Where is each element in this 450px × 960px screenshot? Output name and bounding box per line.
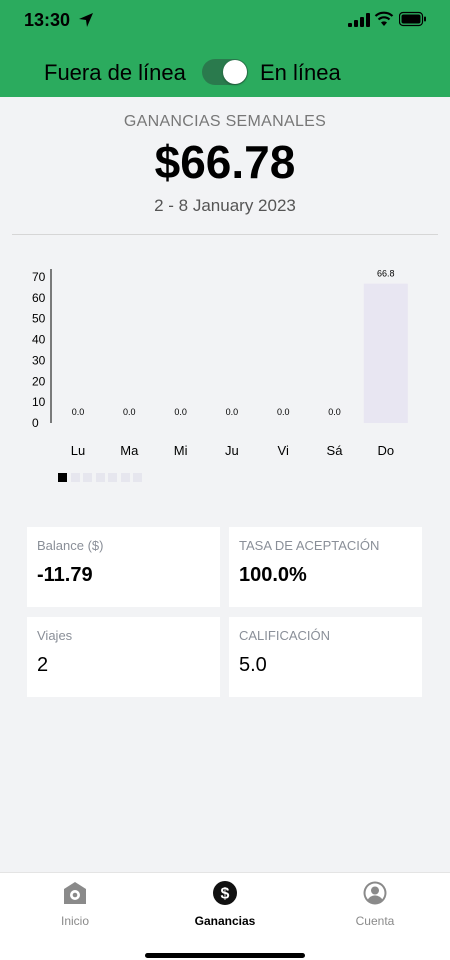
online-toggle[interactable] <box>202 59 248 85</box>
location-arrow-icon <box>79 13 93 27</box>
y-tick-label: 50 <box>32 312 46 326</box>
tab-cuenta[interactable]: Cuenta <box>315 881 435 931</box>
bar <box>363 283 408 423</box>
x-tick-label: Ju <box>225 443 239 458</box>
weekly-earnings-title: GANANCIAS SEMANALES <box>123 113 327 130</box>
x-tick-label: Mi <box>174 443 188 458</box>
status-time: 13:30 <box>24 10 71 30</box>
pager-dot[interactable] <box>58 473 67 482</box>
balance-value: -11.79 <box>37 564 93 586</box>
home-indicator <box>145 953 305 958</box>
online-status-row: Fuera de línea En línea <box>0 56 450 90</box>
battery-icon <box>399 11 426 27</box>
y-tick-label: 60 <box>32 291 46 305</box>
divider <box>12 234 438 235</box>
cellular-signal-icon <box>348 13 370 27</box>
weekly-earnings-chart: 0 10 20 30 40 50 60 70 0.0 Lu 0.0 Ma 0.0 Mi 0.0 Ju 0.0 Vi… <box>0 255 450 465</box>
date-range[interactable]: 2 - 8 January 2023 <box>0 196 450 216</box>
trips-label: Viajes <box>37 628 73 643</box>
online-label: En línea <box>260 60 341 85</box>
tab-ganancias[interactable]: $ Ganancias <box>165 881 285 931</box>
balance-label: Balance ($) <box>37 538 104 553</box>
toggle-knob <box>223 60 247 84</box>
y-tick-label: 20 <box>32 374 46 388</box>
bar-value-label: 0.0 <box>328 407 341 417</box>
account-icon <box>363 881 387 905</box>
pager-dot[interactable] <box>83 473 92 482</box>
y-tick-label: 30 <box>32 353 46 367</box>
rating-value: 5.0 <box>239 654 267 676</box>
chart-svg: 0 10 20 30 40 50 60 70 0.0 Lu 0.0 Ma 0.0 Mi 0.0 Ju 0.0 Vi… <box>32 269 408 458</box>
bar-value-label: 0.0 <box>123 407 136 417</box>
pager-dot[interactable] <box>120 473 130 482</box>
bar-value-label: 0.0 <box>174 407 187 417</box>
y-tick-label: 40 <box>32 333 46 347</box>
acceptance-rate-label: TASA DE ACEPTACIÓN <box>239 538 380 553</box>
trips-value: 2 <box>37 654 49 676</box>
bar-value-label: 0.0 <box>72 407 85 417</box>
status-bar: 13:30 <box>0 0 450 40</box>
home-icon <box>64 882 86 904</box>
acceptance-rate-card[interactable]: TASA DE ACEPTACIÓN 100.0% <box>229 527 422 607</box>
tab-inicio[interactable]: Inicio <box>15 881 135 931</box>
svg-text:$: $ <box>221 886 230 903</box>
y-tick-label: 70 <box>32 270 46 284</box>
pager-dot[interactable] <box>70 473 80 482</box>
pager-dot[interactable] <box>108 473 117 482</box>
tab-ganancias-label: Ganancias <box>194 914 256 928</box>
y-tick-label: 10 <box>32 395 46 409</box>
x-tick-label: Ma <box>120 443 139 458</box>
x-tick-label: Do <box>377 443 394 458</box>
trips-card[interactable]: Viajes 2 <box>27 617 220 697</box>
weekly-earnings-summary: GANANCIAS SEMANALES $66.78 2 - 8 January… <box>0 97 450 237</box>
dollar-icon: $ <box>213 881 237 905</box>
wifi-icon <box>374 11 394 26</box>
offline-label: Fuera de línea <box>44 60 186 85</box>
bar-value-label: 0.0 <box>226 407 239 417</box>
x-tick-label: Lu <box>71 443 85 458</box>
y-tick-label: 0 <box>32 416 39 430</box>
bar-value-label: 0.0 <box>277 407 290 417</box>
top-header: 13:30 Fuera de línea En línea <box>0 0 450 97</box>
x-tick-label: Sá <box>327 443 344 458</box>
balance-card[interactable]: Balance ($) -11.79 <box>27 527 220 607</box>
rating-label: CALIFICACIÓN <box>239 628 331 643</box>
pager-dot[interactable] <box>95 473 105 482</box>
weekly-earnings-amount: $66.78 <box>154 136 296 188</box>
bar-value-label: 66.8 <box>377 269 395 279</box>
rating-card[interactable]: CALIFICACIÓN 5.0 <box>229 617 422 697</box>
tab-cuenta-label: Cuenta <box>355 914 395 928</box>
acceptance-rate-value: 100.0% <box>239 564 307 586</box>
tab-inicio-label: Inicio <box>60 914 89 928</box>
pager-dot[interactable] <box>133 473 142 482</box>
tab-bar: Inicio $ Ganancias Cuenta <box>0 872 450 960</box>
x-tick-label: Vi <box>278 443 289 458</box>
